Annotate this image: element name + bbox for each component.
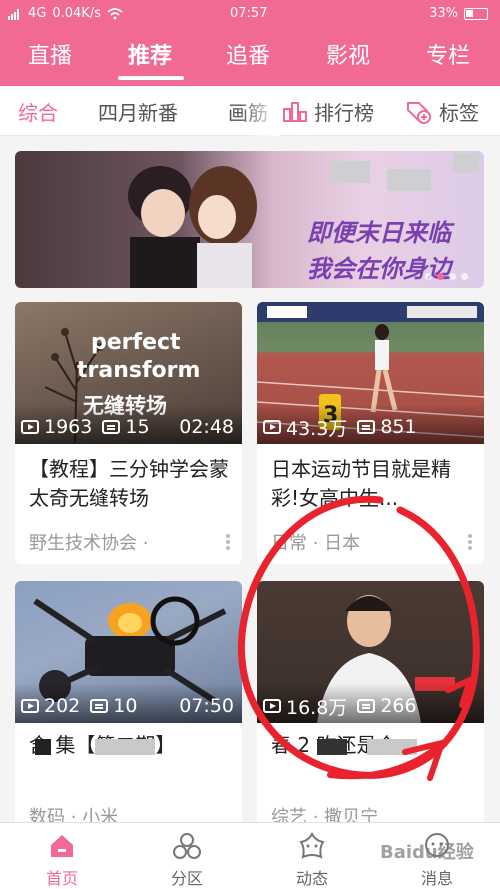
danmaku-count: 10 bbox=[113, 695, 138, 717]
video-stats: 202 10 07:50 bbox=[21, 694, 234, 718]
blurred-region bbox=[95, 739, 155, 755]
view-count: 1963 bbox=[44, 416, 93, 438]
danmaku-icon bbox=[90, 699, 109, 713]
ranking-icon bbox=[283, 101, 307, 122]
activity-icon bbox=[299, 831, 325, 859]
tab-columns[interactable]: 专栏 bbox=[426, 38, 470, 70]
banner-illustration bbox=[128, 166, 257, 288]
network-speed: 0.04K/s bbox=[52, 6, 101, 21]
bottom-tab-categories[interactable]: 分区 bbox=[147, 831, 227, 889]
bottom-tab-label: 首页 bbox=[45, 869, 78, 888]
video-meta: 野生技术协会 · bbox=[29, 533, 149, 554]
subtab-april-new[interactable]: 四月新番 bbox=[98, 97, 178, 126]
tags-label: 标签 bbox=[439, 101, 479, 125]
network-type: 4G bbox=[28, 6, 47, 21]
signal-icon bbox=[8, 8, 19, 20]
video-card[interactable]: 202 10 07:50 含 集【第二期】 数码 · 小米 bbox=[15, 581, 242, 841]
carousel-dot bbox=[461, 273, 468, 280]
duration: 02:48 bbox=[179, 416, 234, 438]
subtab-all[interactable]: 综合 bbox=[18, 97, 58, 126]
danmaku-icon bbox=[357, 420, 376, 434]
sub-tabs: 综合 四月新番 画筋 排行榜 标签 bbox=[0, 86, 500, 136]
bottom-tab-label: 消息 bbox=[420, 869, 453, 888]
blurred-region bbox=[35, 739, 51, 755]
watermark: Baidu经验 bbox=[380, 842, 474, 863]
carousel-dot bbox=[437, 273, 444, 280]
play-count-icon bbox=[21, 699, 39, 713]
carousel-dot bbox=[425, 273, 432, 280]
annotation-circle bbox=[237, 495, 480, 781]
tab-recommend[interactable]: 推荐 bbox=[128, 38, 172, 70]
tab-movies[interactable]: 影视 bbox=[326, 38, 370, 70]
thumb-text-2: transform bbox=[77, 358, 201, 383]
video-thumbnail: 202 10 07:50 bbox=[15, 581, 242, 723]
promo-banner[interactable]: 即便末日来临 我会在你身边 bbox=[15, 151, 484, 288]
thumb-text-1: perfect bbox=[91, 330, 181, 355]
active-tab-indicator bbox=[118, 76, 184, 80]
status-bar: 4G 0.04K/s 07:57 33% bbox=[0, 0, 500, 28]
battery-percent: 33% bbox=[429, 6, 458, 21]
wifi-icon bbox=[107, 7, 123, 19]
video-thumbnail: 3 43.3万 851 bbox=[257, 302, 484, 444]
ranking-label: 排行榜 bbox=[314, 101, 374, 125]
battery-icon bbox=[464, 7, 488, 20]
banner-line-1: 即便末日来临 bbox=[307, 219, 451, 247]
ranking-button[interactable]: 排行榜 bbox=[282, 97, 374, 126]
video-thumbnail: perfect transform 无缝转场 1963 15 02:48 bbox=[15, 302, 242, 444]
carousel-dots bbox=[425, 273, 468, 280]
tab-bangumi[interactable]: 追番 bbox=[226, 38, 270, 70]
carousel-dot bbox=[449, 273, 456, 280]
tab-live[interactable]: 直播 bbox=[28, 38, 72, 70]
duration: 07:50 bbox=[179, 695, 234, 717]
video-stats: 43.3万 851 bbox=[263, 415, 476, 440]
tabs-fade bbox=[240, 86, 280, 136]
bottom-tab-label: 分区 bbox=[170, 869, 203, 888]
blurred-region bbox=[387, 169, 431, 191]
bottom-tab-home[interactable]: 首页 bbox=[22, 831, 102, 889]
bottom-tab-label: 动态 bbox=[295, 869, 328, 888]
bottom-tab-activity[interactable]: 动态 bbox=[272, 831, 352, 889]
video-card[interactable]: perfect transform 无缝转场 1963 15 02:48 【教程… bbox=[15, 302, 242, 564]
view-count: 43.3万 bbox=[286, 417, 348, 440]
danmaku-icon bbox=[102, 420, 121, 434]
clock: 07:57 bbox=[230, 6, 268, 21]
danmaku-count: 15 bbox=[125, 416, 150, 438]
view-count: 202 bbox=[44, 695, 81, 717]
video-stats: 1963 15 02:48 bbox=[21, 415, 234, 439]
danmaku-count: 851 bbox=[380, 416, 417, 438]
tags-button[interactable]: 标签 bbox=[405, 97, 479, 126]
categories-icon bbox=[173, 833, 201, 859]
blurred-region bbox=[453, 153, 479, 173]
top-nav: 直播 推荐 追番 影视 专栏 bbox=[0, 34, 500, 84]
video-title: 【教程】三分钟学会蒙太奇无缝转场 bbox=[29, 457, 229, 510]
top-bar: 4G 0.04K/s 07:57 33% 直播 推荐 追番 影视 专栏 bbox=[0, 0, 500, 86]
home-icon bbox=[51, 835, 73, 857]
play-count-icon bbox=[21, 420, 39, 434]
play-count-icon bbox=[263, 420, 281, 434]
tag-add-icon bbox=[407, 101, 431, 124]
blurred-region bbox=[330, 161, 370, 183]
